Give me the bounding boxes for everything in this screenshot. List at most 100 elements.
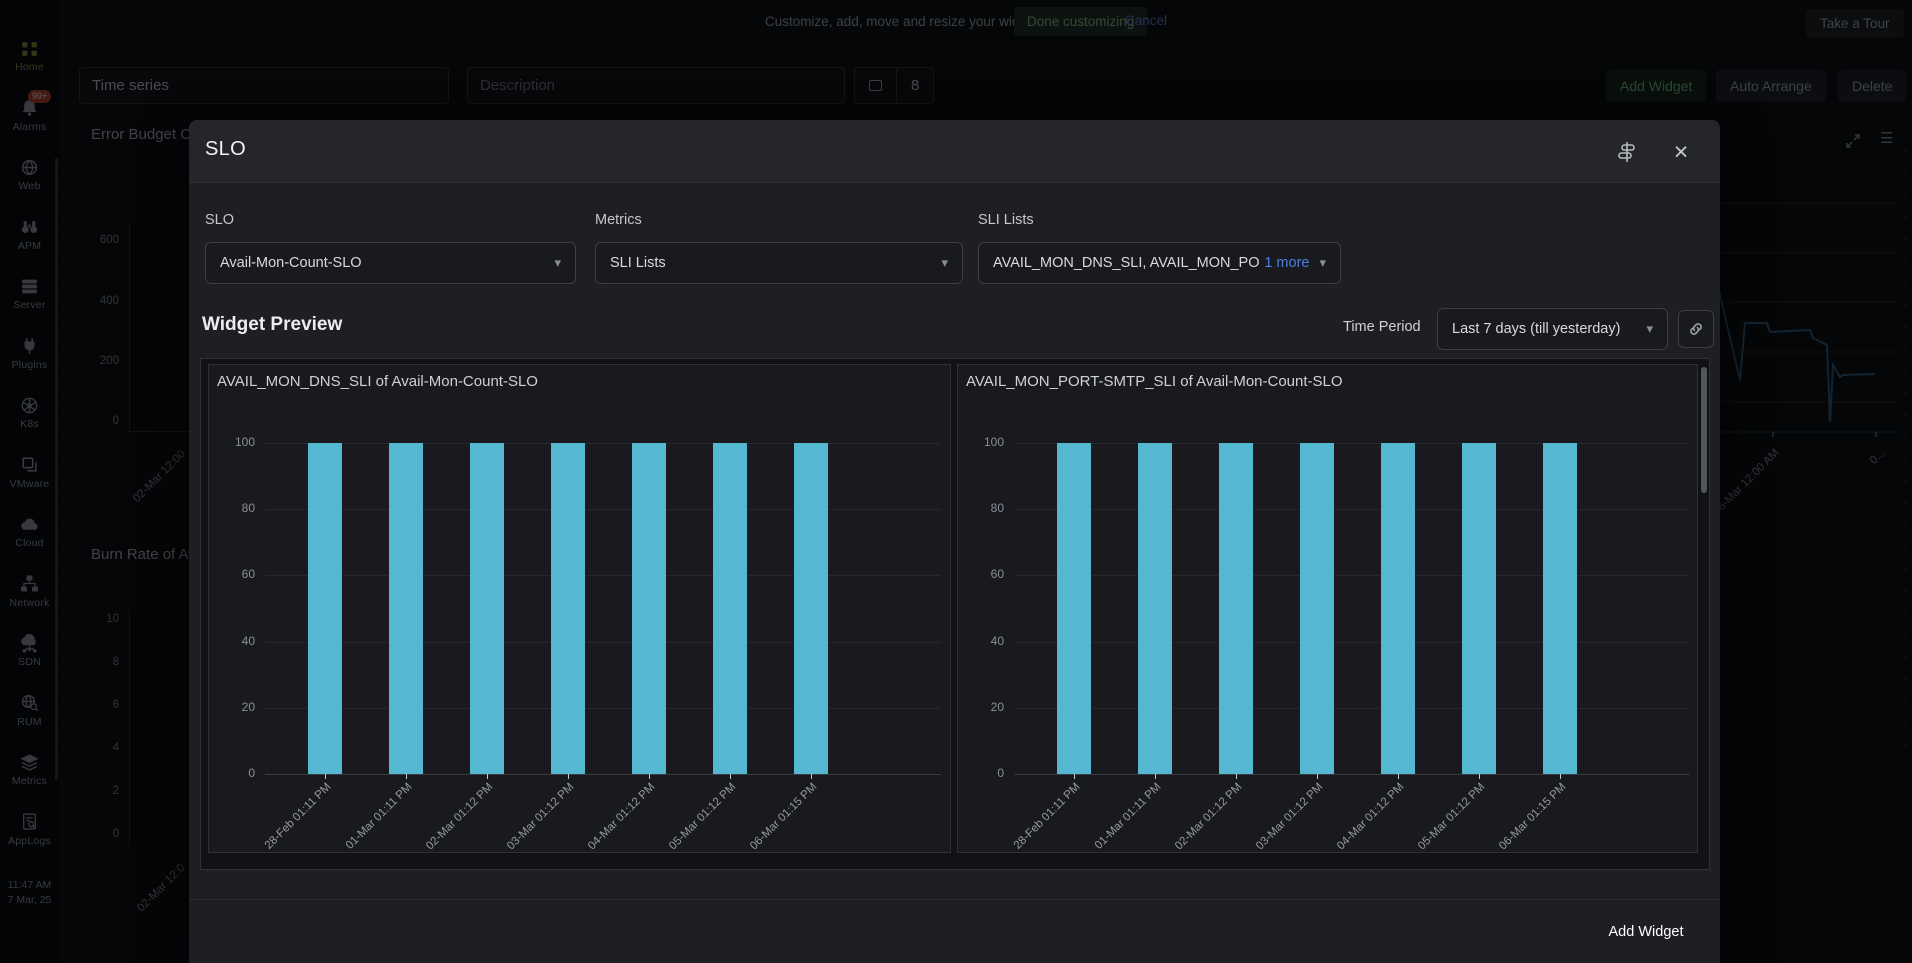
widget-options-icon[interactable] — [1613, 138, 1641, 166]
time-period-select[interactable]: Last 7 days (till yesterday) ▾ — [1437, 308, 1668, 350]
y-axis-tick: 100 — [209, 435, 255, 449]
gridline — [1014, 443, 1690, 444]
x-axis-tick — [1560, 774, 1561, 779]
y-axis-tick: 0 — [958, 766, 1004, 780]
x-axis-label: 01-Mar 01:11 PM — [344, 781, 415, 852]
sli-lists-field-label: SLI Lists — [978, 212, 1341, 230]
slo-select-value: Avail-Mon-Count-SLO — [220, 255, 362, 271]
y-axis-tick: 100 — [958, 435, 1004, 449]
close-icon[interactable]: × — [1667, 138, 1695, 166]
chart-panel-0: AVAIL_MON_DNS_SLI of Avail-Mon-Count-SLO… — [208, 364, 951, 853]
y-axis-tick: 80 — [209, 501, 255, 515]
add-widget-button[interactable]: Add Widget — [1597, 916, 1695, 948]
x-axis-label: 04-Mar 01:12 PM — [586, 781, 657, 852]
x-axis-label: 06-Mar 01:15 PM — [748, 781, 819, 852]
field-slo: SLO Avail-Mon-Count-SLO ▾ — [205, 212, 576, 284]
x-axis-tick — [1479, 774, 1480, 779]
y-axis-tick: 40 — [209, 634, 255, 648]
x-axis-label: 02-Mar 01:12 PM — [424, 781, 495, 852]
x-axis-labels: 28-Feb 01:11 PM01-Mar 01:11 PM02-Mar 01:… — [1014, 781, 1690, 851]
bar — [470, 443, 504, 774]
chevron-down-icon: ▾ — [544, 255, 561, 271]
x-axis-label: 02-Mar 01:12 PM — [1173, 781, 1244, 852]
field-metrics: Metrics SLI Lists ▾ — [595, 212, 963, 284]
bar — [1381, 443, 1415, 774]
gridline — [1014, 575, 1690, 576]
modal-header: SLO × — [189, 120, 1720, 183]
y-axis-tick: 20 — [209, 700, 255, 714]
metrics-field-label: Metrics — [595, 212, 963, 230]
bar — [1300, 443, 1334, 774]
x-axis-label: 06-Mar 01:15 PM — [1497, 781, 1568, 852]
slo-select[interactable]: Avail-Mon-Count-SLO ▾ — [205, 242, 576, 284]
gridline — [265, 509, 941, 510]
x-axis-label: 28-Feb 01:11 PM — [263, 781, 334, 852]
x-axis-tick — [406, 774, 407, 779]
x-axis-tick — [1074, 774, 1075, 779]
bar — [1219, 443, 1253, 774]
modal-footer: Add Widget — [189, 899, 1720, 963]
dashboard-root: Customize, add, move and resize your wid… — [0, 0, 1912, 963]
gridline — [265, 774, 941, 775]
gridline — [265, 642, 941, 643]
x-axis-label: 03-Mar 01:12 PM — [1254, 781, 1325, 852]
y-axis-tick: 60 — [209, 567, 255, 581]
bar — [551, 443, 585, 774]
gridline — [1014, 642, 1690, 643]
x-axis-tick — [730, 774, 731, 779]
x-axis-tick — [1398, 774, 1399, 779]
metrics-select[interactable]: SLI Lists ▾ — [595, 242, 963, 284]
x-axis-tick — [487, 774, 488, 779]
widget-preview-area: AVAIL_MON_DNS_SLI of Avail-Mon-Count-SLO… — [200, 358, 1710, 870]
sli-lists-select[interactable]: AVAIL_MON_DNS_SLI, AVAIL_MON_PO... 1 mor… — [978, 242, 1341, 284]
chart-panel-1: AVAIL_MON_PORT-SMTP_SLI of Avail-Mon-Cou… — [957, 364, 1698, 853]
gridline — [265, 443, 941, 444]
bar — [1057, 443, 1091, 774]
time-period-value: Last 7 days (till yesterday) — [1452, 321, 1620, 337]
modal-title: SLO — [205, 138, 246, 161]
x-axis-labels: 28-Feb 01:11 PM01-Mar 01:11 PM02-Mar 01:… — [265, 781, 941, 851]
chart-title: AVAIL_MON_PORT-SMTP_SLI of Avail-Mon-Cou… — [966, 373, 1343, 390]
gridline — [265, 575, 941, 576]
y-axis-tick: 20 — [958, 700, 1004, 714]
bar — [1138, 443, 1172, 774]
x-axis-tick — [1317, 774, 1318, 779]
chevron-down-icon: ▾ — [1309, 255, 1326, 271]
x-axis-label: 05-Mar 01:12 PM — [667, 781, 738, 852]
x-axis-label: 01-Mar 01:11 PM — [1093, 781, 1164, 852]
gridline — [265, 708, 941, 709]
slo-modal: SLO × SLO Avail-Mon-Count-SLO ▾ Metrics … — [189, 120, 1720, 963]
x-axis-label: 03-Mar 01:12 PM — [505, 781, 576, 852]
bar — [389, 443, 423, 774]
widget-preview-heading: Widget Preview — [202, 314, 342, 336]
x-axis-tick — [1155, 774, 1156, 779]
x-axis-tick — [811, 774, 812, 779]
x-axis-label: 28-Feb 01:11 PM — [1012, 781, 1083, 852]
x-axis-label: 04-Mar 01:12 PM — [1335, 781, 1406, 852]
bar — [632, 443, 666, 774]
slo-field-label: SLO — [205, 212, 576, 230]
bar — [1543, 443, 1577, 774]
time-period-label: Time Period — [1343, 319, 1421, 335]
y-axis-tick: 60 — [958, 567, 1004, 581]
preview-scrollbar[interactable] — [1701, 367, 1707, 493]
bar — [713, 443, 747, 774]
metrics-select-value: SLI Lists — [610, 255, 666, 271]
chevron-down-icon: ▾ — [1636, 321, 1653, 337]
gridline — [1014, 708, 1690, 709]
sli-more-link[interactable]: 1 more — [1264, 255, 1309, 271]
bar — [308, 443, 342, 774]
link-icon[interactable] — [1678, 310, 1714, 348]
chart-title: AVAIL_MON_DNS_SLI of Avail-Mon-Count-SLO — [217, 373, 538, 390]
gridline — [1014, 774, 1690, 775]
y-axis-tick: 40 — [958, 634, 1004, 648]
x-axis-tick — [1236, 774, 1237, 779]
chevron-down-icon: ▾ — [931, 255, 948, 271]
y-axis-tick: 80 — [958, 501, 1004, 515]
gridline — [1014, 509, 1690, 510]
field-sli-lists: SLI Lists AVAIL_MON_DNS_SLI, AVAIL_MON_P… — [978, 212, 1341, 284]
bar — [1462, 443, 1496, 774]
sli-lists-select-value: AVAIL_MON_DNS_SLI, AVAIL_MON_PO... — [993, 255, 1259, 271]
x-axis-tick — [325, 774, 326, 779]
x-axis-label: 05-Mar 01:12 PM — [1416, 781, 1487, 852]
